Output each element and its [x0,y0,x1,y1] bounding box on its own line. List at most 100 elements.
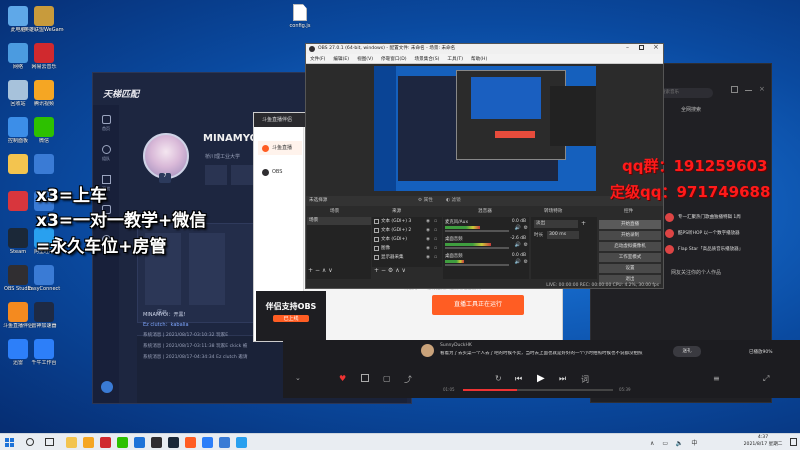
chevron-up-icon[interactable]: ∧ [650,440,654,447]
wechat-icon[interactable] [117,437,128,448]
close-icon[interactable]: × [759,86,765,93]
play-icon[interactable]: ▶ [537,373,545,384]
gear-icon[interactable]: ⚙ [524,242,528,248]
network-icon[interactable]: ▭ [662,440,668,447]
gear-icon[interactable]: ⚙ [524,225,528,231]
video-player-window[interactable]: SunnyDuckHK 看着为了去买菜一个人去了吧的时候不卖，当时去上面也就是好… [283,340,800,398]
download-icon[interactable] [361,374,369,382]
aliwangwang-icon[interactable] [236,437,247,448]
ime-icon[interactable]: 中 [691,440,697,447]
add-icon[interactable]: + [308,267,313,274]
lock-icon[interactable]: ▫ [434,244,437,253]
filters-button[interactable]: ◐ 滤镜 [446,196,461,206]
source-item[interactable]: 文本 (GDI+) 2 ◉ ▫ [372,226,442,235]
obs-menu-item[interactable]: 帮助(H) [471,56,487,62]
visibility-icon[interactable]: ◉ [426,244,430,253]
xunlei-icon[interactable] [202,437,213,448]
properties-button[interactable]: ⚙ 属性 [418,196,433,206]
fullscreen-icon[interactable]: ⤢ [763,374,769,384]
list-item[interactable]: Flap Star「高品质音乐播放器」 [659,241,769,257]
lyrics-icon[interactable]: 词 [581,374,589,385]
loop-icon[interactable]: ↻ [495,374,502,383]
obs-control-button[interactable]: 工作室模式 [599,253,661,262]
duration-input[interactable]: 300 ms [547,231,579,239]
obs-menu-item[interactable]: 停靠窗口(D) [381,56,407,62]
next-icon[interactable]: ⏭ [559,374,566,384]
start-button[interactable] [5,438,14,447]
up-icon[interactable]: ∧ [395,267,399,274]
lock-icon[interactable]: ▫ [434,217,437,226]
desktop-icon-wechat[interactable]: 微信 [24,117,64,155]
comment-icon[interactable]: ▢ [383,374,391,383]
transition-select[interactable]: 淡出 [534,220,578,228]
obs-menu-item[interactable]: 视图(V) [357,56,373,62]
desktop-icon-easyconnect[interactable]: EasyConnect [24,265,64,303]
share-icon[interactable]: ⤴ [404,374,412,385]
obs-control-button[interactable]: 设置 [599,264,661,273]
heart-icon[interactable]: ♥ [339,374,346,383]
close-icon[interactable]: × [653,44,659,51]
easyconnect-icon[interactable] [219,437,230,448]
progress-track[interactable] [463,389,613,391]
source-item[interactable]: 文本 (GDI+) 3 ◉ ▫ [372,217,442,226]
source-item[interactable]: 图像 ◉ ▫ [372,244,442,253]
game-help-button[interactable] [101,381,113,393]
team-slot[interactable] [189,233,225,305]
clock[interactable]: 4:37 2021/8/17 星期二 [738,434,788,448]
speaker-icon[interactable]: 🔊 [515,242,521,248]
obs-control-button[interactable]: 启动虚拟摄像机 [599,242,661,251]
minimize-icon[interactable]: – [626,44,629,51]
tencent-video-icon[interactable] [83,437,94,448]
desktop-icon-tencent-video[interactable]: 腾讯视频 [24,80,64,118]
gear-icon[interactable]: ⚙ [524,259,528,265]
scene-item[interactable]: 场景 [307,217,371,225]
visibility-icon[interactable]: ◉ [426,235,430,244]
add-icon[interactable]: + [374,267,379,274]
obs-preview[interactable] [374,66,596,191]
volume-slider[interactable] [445,264,509,266]
speaker-icon[interactable]: 🔊 [515,259,521,265]
lock-icon[interactable]: ▫ [434,253,437,262]
desktop-icon-wegame[interactable]: 英雄联盟WeGame [24,6,64,44]
lock-icon[interactable]: ▫ [434,226,437,235]
list-item[interactable]: 专一汇聚热门歌曲独播特辑 1周 [659,209,769,225]
remove-icon[interactable]: − [381,267,386,274]
search-icon[interactable] [26,438,34,446]
down-icon[interactable]: ∨ [328,267,332,274]
rail-item-team[interactable]: 组队 [99,145,113,175]
volume-slider[interactable] [445,230,509,232]
desktop-icon-leishen[interactable]: 雷神加速器 [24,302,64,340]
visibility-icon[interactable]: ◉ [426,226,430,235]
browser-icon[interactable] [134,437,145,448]
obs-icon[interactable] [151,437,162,448]
visibility-icon[interactable]: ◉ [426,217,430,226]
rank-slot[interactable] [205,165,227,185]
netease-music-icon[interactable] [100,437,111,448]
chevron-down-icon[interactable]: ⌄ [295,374,301,382]
obs-menu-item[interactable]: 编辑(E) [333,56,349,62]
playlist-icon[interactable]: ≡ [713,374,720,383]
rail-item-home[interactable]: 首页 [99,115,113,145]
live-running-button[interactable]: 直播工具正在运行 [432,295,524,315]
lock-icon[interactable]: ▫ [434,235,437,244]
volume-icon[interactable]: 🔈 [676,440,683,447]
obs-ad-banner[interactable]: 伴侣支持OBS 已上线 [256,291,326,341]
down-icon[interactable]: ∨ [402,267,406,274]
add-icon[interactable]: + [581,220,586,227]
douyu-icon[interactable] [185,437,196,448]
config-file-icon[interactable]: config.js [285,4,315,36]
remove-icon[interactable]: − [315,267,320,274]
obs-menu-item[interactable]: 文件(F) [310,56,325,62]
gift-button[interactable]: 送礼 [673,346,701,357]
prev-icon[interactable]: ⏮ [515,374,522,384]
volume-slider[interactable] [445,247,509,249]
obs-control-button[interactable]: 开始直播 [599,220,661,229]
obs-window[interactable]: OBS 27.0.1 (64-bit, windows) - 配置文件: 未命名… [305,43,664,289]
task-view-icon[interactable] [45,438,54,446]
steam-icon[interactable] [168,437,179,448]
up-icon[interactable]: ∧ [322,267,326,274]
obs-control-button[interactable]: 开始录制 [599,231,661,240]
minimize-icon[interactable] [745,90,752,91]
settings-icon[interactable] [731,86,738,93]
obs-menu-item[interactable]: 场景集合(S) [415,56,440,62]
